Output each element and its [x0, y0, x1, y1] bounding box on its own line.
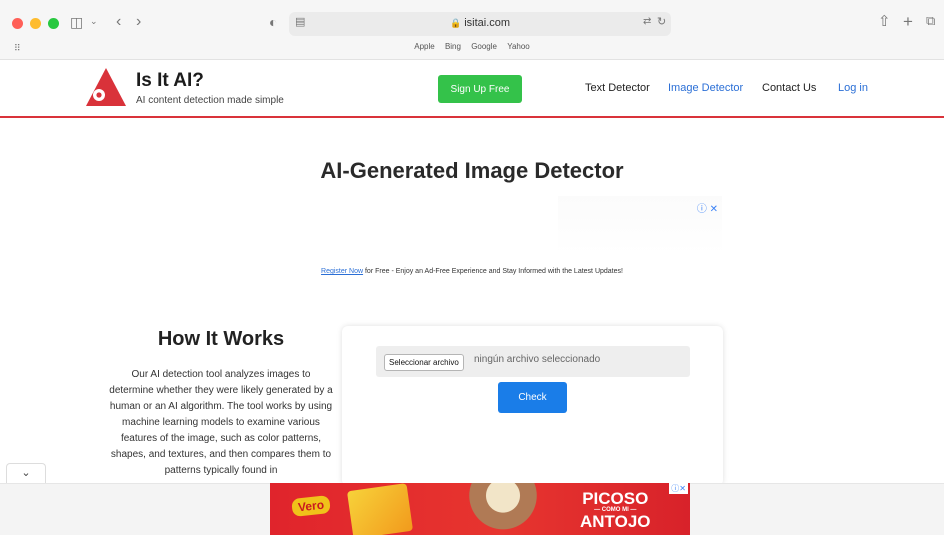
favorite-apple[interactable]: Apple [414, 42, 434, 51]
window-controls [12, 18, 59, 29]
ad-headline: PICOSO — COMO MI — ANTOJO [580, 490, 651, 531]
register-now-link[interactable]: Register Now [321, 268, 363, 275]
lock-icon: 🔒 [449, 18, 462, 28]
promo-text: for Free - Enjoy an Ad-Free Experience a… [363, 268, 623, 275]
favorites-bar: Apple Bing Google Yahoo [0, 42, 944, 51]
nav-contact-us[interactable]: Contact Us [762, 82, 816, 94]
page-title: AI-Generated Image Detector [320, 158, 624, 183]
share-icon[interactable]: ⇧ [878, 14, 891, 29]
favorite-bing[interactable]: Bing [445, 42, 461, 51]
logo-icon[interactable] [86, 68, 126, 106]
back-icon[interactable]: ‹ [116, 14, 121, 30]
upload-card: Seleccionar archivo ningún archivo selec… [342, 326, 723, 486]
nav-log-in[interactable]: Log in [838, 82, 868, 94]
close-window-button[interactable] [12, 18, 23, 29]
address-bar[interactable]: ▤ 🔒 isitai.com ⇄ ↻ [289, 12, 671, 36]
chevron-down-icon[interactable]: ⌄ [6, 463, 46, 483]
ad-info-close-icon[interactable]: ⓘ ✕ [697, 200, 718, 215]
ad-close-icon[interactable]: ⓘ✕ [669, 483, 688, 494]
nav-text-detector[interactable]: Text Detector [585, 82, 650, 94]
brand-tagline: AI content detection made simple [136, 95, 284, 106]
file-input[interactable]: Seleccionar archivo ningún archivo selec… [376, 346, 690, 377]
sign-up-button[interactable]: Sign Up Free [438, 75, 522, 103]
favorite-yahoo[interactable]: Yahoo [507, 42, 530, 51]
how-it-works-text: Our AI detection tool analyzes images to… [109, 369, 333, 476]
chevron-down-icon[interactable]: ⌄ [90, 17, 98, 26]
tab-overview-icon[interactable]: ⧉ [926, 14, 935, 27]
url-text: 🔒 isitai.com [449, 17, 511, 29]
privacy-shield-icon[interactable]: ◐ [269, 15, 277, 29]
forward-icon[interactable]: › [136, 14, 141, 30]
brand-title[interactable]: Is It AI? [136, 70, 204, 92]
translate-icon[interactable]: ⇄ [643, 17, 651, 27]
check-button[interactable]: Check [498, 382, 567, 413]
ad-placeholder[interactable]: ⓘ ✕ [558, 196, 722, 254]
ad-brand-logo: Vero [291, 495, 331, 517]
site-header: Is It AI? AI content detection made simp… [0, 60, 944, 118]
bottom-ad-banner[interactable]: Vero PICOSO — COMO MI — ANTOJO ⓘ✕ [270, 483, 690, 535]
browser-toolbar: ◫ ⌄ ‹ › ◐ ⠿ ▤ 🔒 isitai.com ⇄ ↻ ⇧ + ⧉ Appl… [0, 0, 944, 60]
ad-product-image [346, 483, 414, 535]
minimize-window-button[interactable] [30, 18, 41, 29]
ad-person-image [468, 483, 538, 535]
file-status-text: ningún archivo seleccionado [474, 354, 601, 365]
choose-file-button[interactable]: Seleccionar archivo [384, 354, 464, 371]
ad-headline-bottom: ANTOJO [580, 512, 651, 531]
sidebar-toggle-icon[interactable]: ◫ [70, 15, 83, 29]
how-it-works-heading: How It Works [157, 328, 285, 350]
reload-icon[interactable]: ↻ [657, 17, 666, 28]
nav-image-detector[interactable]: Image Detector [668, 82, 743, 94]
favorite-google[interactable]: Google [471, 42, 497, 51]
zoom-window-button[interactable] [48, 18, 59, 29]
promo-banner: Register Now for Free - Enjoy an Ad-Free… [0, 268, 944, 275]
new-tab-icon[interactable]: + [903, 13, 913, 30]
